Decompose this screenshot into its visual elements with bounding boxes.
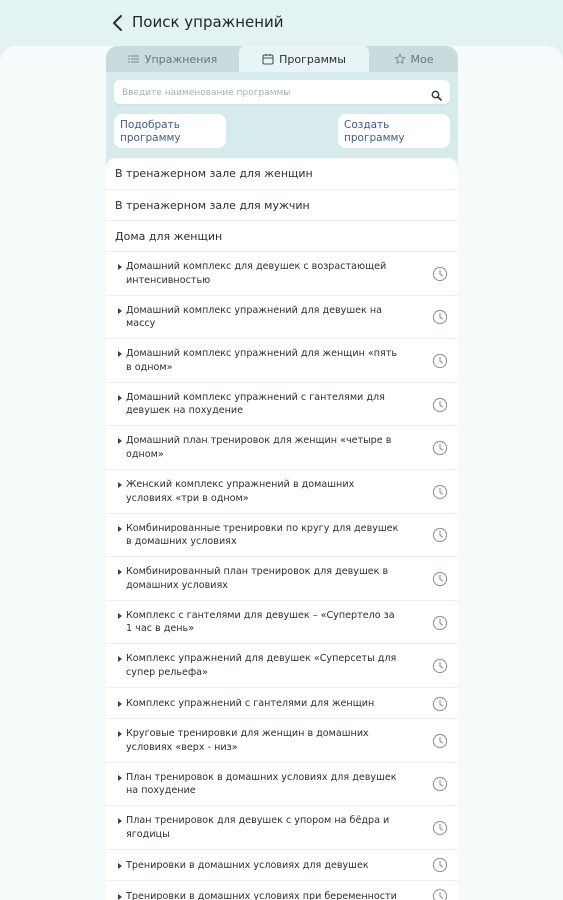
- clock-icon[interactable]: [432, 527, 448, 543]
- clock-icon[interactable]: [432, 776, 448, 792]
- clock-icon[interactable]: [432, 309, 448, 325]
- caret-right-icon: [118, 774, 122, 781]
- category-label: В тренажерном зале для женщин: [115, 167, 313, 180]
- program-row[interactable]: Домашний комплекс упражнений для женщин …: [106, 339, 458, 383]
- program-title: Домашний комплекс для девушек с возраста…: [126, 261, 387, 286]
- program-row[interactable]: Комплекс упражнений с гантелями для женщ…: [106, 688, 458, 719]
- caret-right-icon: [118, 701, 122, 707]
- clock-icon[interactable]: [432, 484, 448, 500]
- clock-icon[interactable]: [432, 353, 448, 369]
- program-title: Домашний комплекс упражнений с гантелями…: [126, 391, 385, 417]
- tab-exercises[interactable]: Упражнения: [106, 46, 239, 72]
- caret-right-icon: [118, 351, 122, 358]
- calendar-icon: [262, 53, 274, 65]
- program-row[interactable]: Домашний комплекс упражнений с гантелями…: [106, 383, 458, 427]
- caret-right-icon: [118, 862, 122, 869]
- program-title: План тренировок в домашних условиях для …: [126, 771, 397, 797]
- program-title: Комбинированные тренировки по кругу для …: [126, 522, 399, 548]
- program-row[interactable]: План тренировок для девушек с упором на …: [106, 806, 458, 850]
- caret-right-icon: [118, 394, 122, 401]
- tab-programs[interactable]: Программы: [239, 46, 369, 72]
- clock-icon[interactable]: [432, 696, 448, 712]
- tab-mine[interactable]: Мое: [369, 46, 458, 72]
- caret-right-icon: [118, 656, 122, 663]
- program-list: В тренажерном зале для женщин В тренажер…: [106, 158, 458, 900]
- caret-right-icon: [118, 525, 122, 532]
- search-panel: Упражнения Программы Мое Подобрать прогр…: [106, 46, 458, 900]
- program-row[interactable]: План тренировок в домашних условиях для …: [106, 763, 458, 807]
- program-row[interactable]: Комплекс упражнений для девушек «Суперсе…: [106, 644, 458, 688]
- program-title: Комбинированный план тренировок для деву…: [126, 566, 389, 591]
- program-title: Домашний комплекс упражнений для девушек…: [126, 304, 383, 330]
- search-icon[interactable]: [431, 86, 442, 105]
- program-title: Тренировки в домашних условиях для девуш…: [126, 859, 369, 871]
- caret-right-icon: [118, 731, 122, 737]
- category-label: В тренажерном зале для мужчин: [115, 198, 310, 212]
- clock-icon[interactable]: [432, 733, 448, 749]
- program-row[interactable]: Тренировки в домашних условиях при берем…: [106, 881, 458, 900]
- caret-right-icon: [118, 818, 122, 825]
- clock-icon[interactable]: [432, 615, 448, 631]
- clock-icon[interactable]: [432, 440, 448, 456]
- clock-icon[interactable]: [432, 397, 448, 413]
- pick-program-button[interactable]: Подобрать программу: [114, 114, 226, 148]
- program-row[interactable]: Домашний комплекс для девушек с возраста…: [106, 252, 458, 296]
- program-row[interactable]: Комбинированные тренировки по кругу для …: [106, 514, 458, 558]
- clock-icon[interactable]: [432, 888, 448, 900]
- program-row[interactable]: Тренировки в домашних условиях для девуш…: [106, 850, 458, 881]
- clock-icon[interactable]: [432, 820, 448, 836]
- page-title: Поиск упражнений: [132, 13, 284, 31]
- program-row[interactable]: Круговые тренировки для женщин в домашни…: [106, 719, 458, 763]
- clock-icon[interactable]: [432, 266, 448, 282]
- list-icon: [127, 54, 140, 64]
- caret-right-icon: [118, 307, 122, 314]
- category-row[interactable]: В тренажерном зале для мужчин: [106, 190, 458, 221]
- program-title: Комплекс упражнений для девушек «Суперсе…: [126, 653, 397, 678]
- program-row[interactable]: Домашний комплекс упражнений для девушек…: [106, 296, 458, 340]
- program-row[interactable]: Комплекс с гантелями для девушек – «Супе…: [106, 601, 458, 645]
- program-title: Комплекс упражнений с гантелями для женщ…: [126, 698, 375, 709]
- program-title: Домашний комплекс упражнений для женщин …: [126, 348, 398, 373]
- caret-right-icon: [118, 264, 122, 270]
- program-title: План тренировок для девушек с упором на …: [126, 815, 390, 840]
- clock-icon[interactable]: [432, 857, 448, 873]
- caret-right-icon: [118, 438, 122, 445]
- program-title: Круговые тренировки для женщин в домашни…: [126, 728, 369, 753]
- tab-bar: Упражнения Программы Мое: [106, 46, 458, 72]
- search-box: [114, 80, 450, 104]
- category-row[interactable]: В тренажерном зале для женщин: [106, 158, 458, 190]
- back-button[interactable]: [108, 12, 128, 34]
- star-icon: [394, 53, 406, 65]
- category-row[interactable]: Дома для женщин: [106, 221, 458, 252]
- create-program-button[interactable]: Создать программу: [338, 114, 450, 148]
- caret-right-icon: [118, 569, 122, 576]
- clock-icon[interactable]: [432, 571, 448, 587]
- caret-right-icon: [118, 893, 122, 900]
- program-title: Женский комплекс упражнений в домашних у…: [126, 479, 355, 504]
- program-row[interactable]: Комбинированный план тренировок для деву…: [106, 557, 458, 601]
- program-title: Тренировки в домашних условиях при берем…: [126, 890, 397, 900]
- tab-programs-label: Программы: [279, 52, 346, 66]
- program-row[interactable]: Женский комплекс упражнений в домашних у…: [106, 470, 458, 514]
- search-input[interactable]: [120, 84, 424, 102]
- program-title: Комплекс с гантелями для девушек – «Супе…: [126, 609, 395, 635]
- clock-icon[interactable]: [432, 658, 448, 674]
- tab-exercises-label: Упражнения: [144, 52, 218, 66]
- program-title: Домашний план тренировок для женщин «чет…: [126, 435, 392, 460]
- top-bar: Поиск упражнений: [0, 0, 563, 46]
- caret-right-icon: [118, 482, 122, 488]
- category-label: Дома для женщин: [115, 229, 223, 243]
- chevron-left-icon: [113, 15, 122, 31]
- caret-right-icon: [118, 612, 122, 619]
- tab-mine-label: Мое: [410, 52, 434, 66]
- program-row[interactable]: Домашний план тренировок для женщин «чет…: [106, 426, 458, 470]
